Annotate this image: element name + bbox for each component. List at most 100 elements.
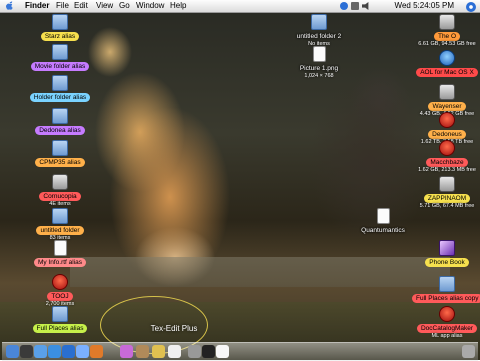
terminal-icon[interactable] [202,345,215,358]
desktop-icon[interactable]: AOL for Mac OS X [412,50,480,77]
volume-icon[interactable] [362,2,369,10]
system-preferences-icon[interactable] [188,345,201,358]
disk-icon [439,84,455,100]
desktop-icon[interactable]: untitled folder 83 items [25,208,95,242]
desktop-icon-label: Phone Book [425,258,469,267]
textedit-icon[interactable] [216,345,229,358]
disk-icon [52,174,68,190]
desktop-icon[interactable]: CPMP35 alias [25,140,95,167]
trash-icon[interactable] [462,345,475,358]
itunes-icon[interactable] [76,345,89,358]
ichat-icon[interactable] [62,345,75,358]
desktop-icon[interactable]: Full Places alias copy [412,276,480,303]
disk-icon [439,176,455,192]
folder-icon [52,108,68,124]
desktop-icon[interactable]: Macchbaze 1.62 GB, 213.3 MB free [412,140,480,174]
desktop-icon-label: untitled folder 2 [296,33,342,40]
menu-bar: Finder File Edit View Go Window Help Wed… [0,0,480,13]
desktop-icon-label: Starz alias [40,32,80,41]
menu-window[interactable]: Window [136,1,164,11]
red-disk-icon [52,274,68,290]
mail-icon[interactable] [34,345,47,358]
desktop-icon-label: Quantumantics [361,227,405,234]
red-disk-icon [439,140,455,156]
red-disk-icon [439,112,455,128]
document-icon [376,208,390,224]
desktop-icon[interactable]: The O 6.61 GB, 94.53 GB free [412,14,480,48]
desktop-icon-label: Cornucopia [39,192,81,201]
calendar-icon[interactable] [168,345,181,358]
desktop-icon-label: untitled folder [36,226,84,235]
desktop-icon[interactable]: ZAPPINAOM 5.71 GB, 67.4 MB free [412,176,480,210]
desktop-icon-label: Macchbaze [426,158,468,167]
desktop-icon-info: 5.71 GB, 67.4 MB free [419,203,475,209]
desktop-icon-label: DocCatalogMaker [416,324,478,333]
menu-view[interactable]: View [96,1,113,11]
app-icon [439,240,455,256]
menu-edit[interactable]: Edit [74,1,88,11]
desktop-icon[interactable]: Picture 1.png 1,024 × 768 [284,46,354,80]
document-icon [312,46,326,62]
folder-icon [52,44,68,60]
disk-icon [439,14,455,30]
desktop-icon[interactable]: untitled folder 2 No items [284,14,354,48]
display-icon[interactable] [351,2,359,10]
desktop-icon-label: Dedoneus [428,130,466,139]
bluetooth-icon[interactable] [340,2,348,10]
desktop-icon-label: Holder folder alias [29,93,91,102]
iphoto-icon[interactable] [90,345,103,358]
desktop-icon-label: My Info.rtf alias [33,258,87,267]
dock [2,342,478,361]
desktop-icon[interactable]: TOOJ 2,700 items [25,274,95,308]
desktop-icon[interactable]: Full Places alias [25,306,95,333]
menu-file[interactable]: File [56,1,69,11]
desktop-icon-label: Movie folder alias [30,62,90,71]
dashboard-icon[interactable] [20,345,33,358]
desktop-icon-info: 4E items [49,201,71,207]
desktop-icon-label: Wayenser [428,102,466,111]
menu-go[interactable]: Go [119,1,130,11]
folder-icon [439,276,455,292]
menu-clock[interactable]: Wed 5:24:05 PM [395,1,454,11]
desktop-icon-label: Picture 1.png [299,65,339,72]
desktop-icon-label: Dedonea alias [35,126,85,135]
desktop-icon-info: 1,024 × 768 [304,73,334,79]
desktop-icon[interactable]: Starz alias [25,14,95,41]
desktop-icon-info: 6.61 GB, 94.53 GB free [418,41,476,47]
address-book-icon[interactable] [136,345,149,358]
folder-icon [52,208,68,224]
desktop-icon[interactable]: Quantumantics [348,208,418,235]
desktop-icon-label: TOOJ [47,292,73,301]
document-icon [53,240,67,256]
preview-icon[interactable] [120,345,133,358]
folder-icon [52,140,68,156]
desktop-icon[interactable]: Dedonea alias [25,108,95,135]
desktop-icon-label: Full Places alias copy [412,294,480,303]
texedit-icon[interactable] [152,345,165,358]
desktop-icon[interactable]: My Info.rtf alias [25,240,95,267]
apple-menu-icon[interactable] [5,1,14,10]
desktop-icon-label: Full Places alias [32,324,88,333]
desktop-photo-step [70,257,450,287]
desktop-icon-info: 1.62 GB, 213.3 MB free [418,167,476,173]
desktop-icon[interactable]: Movie folder alias [25,44,95,71]
desktop-icon-label: AOL for Mac OS X [416,68,478,77]
desktop-icon[interactable]: DocCatalogMaker ML app alias [412,306,480,340]
red-disk-icon [439,306,455,322]
desktop-icon[interactable]: Phone Book [412,240,480,267]
folder-icon [52,306,68,322]
menu-help[interactable]: Help [170,1,186,11]
safari-icon[interactable] [48,345,61,358]
desktop-icon[interactable]: Holder folder alias [25,75,95,102]
finder-icon[interactable] [6,345,19,358]
dock-hover-label: Tex-Edit Plus [150,324,198,333]
folder-icon [311,14,327,30]
desktop-icon-label: ZAPPINAOM [423,194,471,203]
menu-finder[interactable]: Finder [25,1,49,11]
desktop-icon-label: CPMP35 alias [35,158,85,167]
folder-icon [52,75,68,91]
desktop-icon[interactable]: Cornucopia 4E items [25,174,95,208]
folder-icon [52,14,68,30]
desktop-icon-label: The O [433,32,461,41]
spotlight-icon[interactable] [466,2,476,12]
